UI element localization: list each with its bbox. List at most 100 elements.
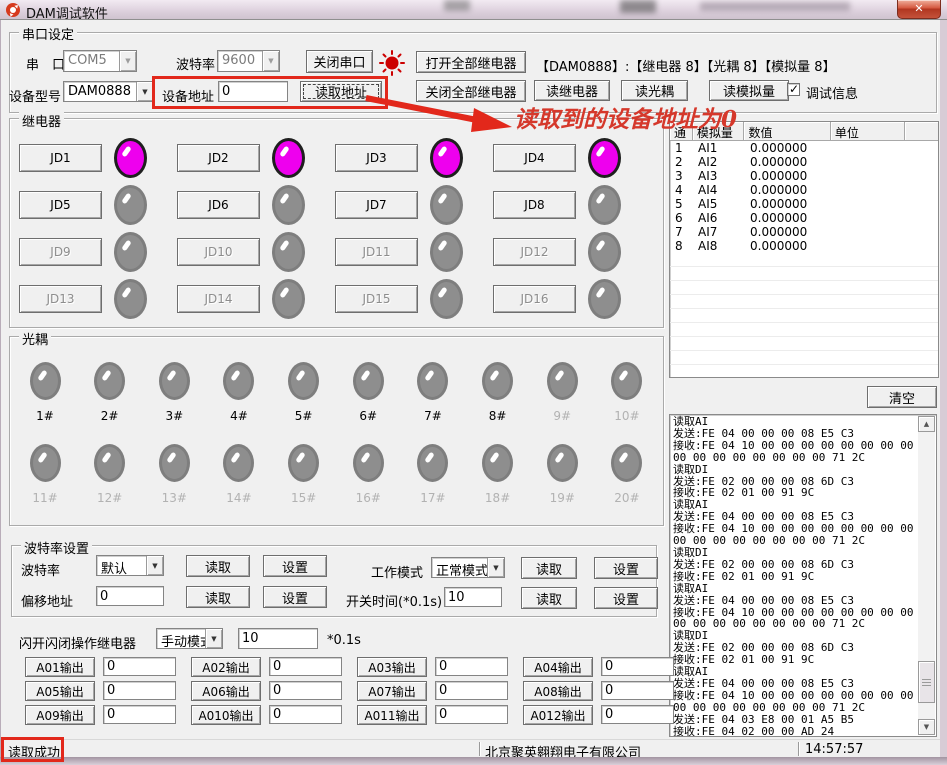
- table-row[interactable]: 2AI20.000000: [670, 155, 938, 169]
- col-header-extra[interactable]: [905, 122, 938, 141]
- scroll-down-icon[interactable]: ▼: [918, 719, 935, 735]
- close-all-relays-button[interactable]: 关闭全部继电器: [416, 80, 526, 102]
- output-a012-button[interactable]: A012输出: [523, 705, 593, 725]
- window-frame: [0, 757, 947, 765]
- offset-set-button[interactable]: 设置: [263, 586, 327, 608]
- debug-log-area[interactable]: 读取AI 发送:FE 04 00 00 00 08 E5 C3 接收:FE 04…: [669, 414, 937, 737]
- output-a010-input[interactable]: [269, 705, 342, 724]
- output-a08-button[interactable]: A08输出: [523, 681, 593, 701]
- relay-button-jd7[interactable]: JD7: [335, 191, 418, 219]
- scroll-up-icon[interactable]: ▲: [918, 416, 935, 432]
- device-address-input[interactable]: [218, 81, 288, 102]
- output-a05-input[interactable]: [103, 681, 176, 700]
- col-header-value[interactable]: 数值: [744, 122, 830, 141]
- output-a08-input[interactable]: [601, 681, 674, 700]
- output-a02-input[interactable]: [269, 657, 342, 676]
- com-port-select[interactable]: COM5: [63, 50, 137, 72]
- read-opto-button[interactable]: 读光耦: [621, 80, 688, 101]
- output-a06-input[interactable]: [269, 681, 342, 700]
- read-analog-button[interactable]: 读模拟量: [709, 80, 789, 101]
- relay-button-jd8[interactable]: JD8: [493, 191, 576, 219]
- relay-button-jd3[interactable]: JD3: [335, 144, 418, 172]
- relay-button-jd5[interactable]: JD5: [19, 191, 102, 219]
- output-a012-input[interactable]: [601, 705, 674, 724]
- baud-default-select[interactable]: 默认: [96, 555, 164, 576]
- col-header-unit[interactable]: 单位: [831, 122, 905, 141]
- switch-time-input[interactable]: [444, 587, 502, 607]
- flash-time-input[interactable]: [238, 628, 318, 649]
- output-a05-button[interactable]: A05输出: [25, 681, 95, 701]
- switch-set-button[interactable]: 设置: [594, 587, 658, 609]
- work-mode-select[interactable]: 正常模式: [431, 557, 505, 578]
- relay-button-jd15: JD15: [335, 285, 418, 313]
- clock-text: 14:57:57: [805, 742, 863, 757]
- output-a011-button[interactable]: A011输出: [357, 705, 427, 725]
- title-bar: DAM调试软件 ✕: [0, 0, 947, 20]
- baudrate-select[interactable]: 9600: [217, 50, 280, 72]
- output-a07-input[interactable]: [435, 681, 508, 700]
- output-a09-input[interactable]: [103, 705, 176, 724]
- opto-label: 15#: [291, 491, 316, 505]
- work-mode-read-button[interactable]: 读取: [521, 557, 577, 579]
- relay-button-jd4[interactable]: JD4: [493, 144, 576, 172]
- chevron-down-icon[interactable]: [487, 558, 504, 577]
- open-all-relays-button[interactable]: 打开全部继电器: [416, 51, 526, 73]
- chevron-down-icon[interactable]: [205, 629, 222, 648]
- opto-light-2: [94, 362, 125, 400]
- clear-log-button[interactable]: 清空: [867, 386, 937, 408]
- output-a03-button[interactable]: A03输出: [357, 657, 427, 677]
- read-address-button[interactable]: 读取地址: [300, 81, 382, 102]
- relay-light-jd1: [114, 138, 147, 178]
- col-header-analog[interactable]: 模拟量: [693, 122, 745, 141]
- output-a02-button[interactable]: A02输出: [191, 657, 261, 677]
- table-row[interactable]: 3AI30.000000: [670, 169, 938, 183]
- device-model-select[interactable]: DAM0888: [63, 81, 154, 102]
- flash-mode-select[interactable]: 手动模式: [156, 628, 223, 649]
- baud-set-button[interactable]: 设置: [263, 555, 327, 577]
- col-header-channel[interactable]: 通: [670, 122, 693, 141]
- app-window: DAM调试软件 ✕ 串口设定 串 口 COM5 波特率 9600 关闭串口 打开: [0, 0, 947, 765]
- close-button[interactable]: ✕: [897, 0, 941, 19]
- opto-row-2: 11# 12# 13# 14# 15# 16# 17# 18# 19# 20#: [25, 444, 647, 505]
- baud-read-button[interactable]: 读取: [186, 555, 250, 577]
- offset-address-input[interactable]: [96, 586, 164, 606]
- relay-button-jd1[interactable]: JD1: [19, 144, 102, 172]
- output-a01-input[interactable]: [103, 657, 176, 676]
- table-row[interactable]: 4AI40.000000: [670, 183, 938, 197]
- output-a04-button[interactable]: A04输出: [523, 657, 593, 677]
- work-mode-set-button[interactable]: 设置: [594, 557, 658, 579]
- read-relay-button[interactable]: 读继电器: [534, 80, 610, 101]
- chevron-down-icon[interactable]: [119, 51, 136, 71]
- chevron-down-icon[interactable]: [262, 51, 279, 71]
- debug-info-checkbox[interactable]: [787, 83, 800, 96]
- chevron-down-icon[interactable]: [146, 556, 163, 575]
- log-scrollbar[interactable]: ▲ ▼: [918, 416, 935, 735]
- relay-button-jd10: JD10: [177, 238, 260, 266]
- switch-read-button[interactable]: 读取: [521, 587, 577, 609]
- offset-read-button[interactable]: 读取: [186, 586, 250, 608]
- relay-row-3: JD9 JD10 JD11 JD12: [19, 232, 651, 272]
- output-a01-button[interactable]: A01输出: [25, 657, 95, 677]
- output-a07-button[interactable]: A07输出: [357, 681, 427, 701]
- relay-light-jd11: [430, 232, 463, 272]
- close-port-button[interactable]: 关闭串口: [306, 50, 373, 73]
- table-row[interactable]: 7AI70.000000: [670, 225, 938, 239]
- table-row[interactable]: 5AI50.000000: [670, 197, 938, 211]
- relay-button-jd2[interactable]: JD2: [177, 144, 260, 172]
- relay-button-jd6[interactable]: JD6: [177, 191, 260, 219]
- scrollbar-thumb[interactable]: [918, 661, 935, 703]
- output-a03-input[interactable]: [435, 657, 508, 676]
- output-a06-button[interactable]: A06输出: [191, 681, 261, 701]
- output-a011-input[interactable]: [435, 705, 508, 724]
- opto-light-9: [547, 362, 578, 400]
- chevron-down-icon[interactable]: [136, 82, 153, 101]
- table-row[interactable]: 6AI60.000000: [670, 211, 938, 225]
- table-row[interactable]: 1AI10.000000: [670, 141, 938, 155]
- output-a09-button[interactable]: A09输出: [25, 705, 95, 725]
- opto-label: 18#: [485, 491, 510, 505]
- opto-light-10: [611, 362, 642, 400]
- output-a010-button[interactable]: A010输出: [191, 705, 261, 725]
- table-row[interactable]: 8AI80.000000: [670, 239, 938, 253]
- output-a04-input[interactable]: [601, 657, 674, 676]
- baud2-label: 波特率: [21, 560, 60, 579]
